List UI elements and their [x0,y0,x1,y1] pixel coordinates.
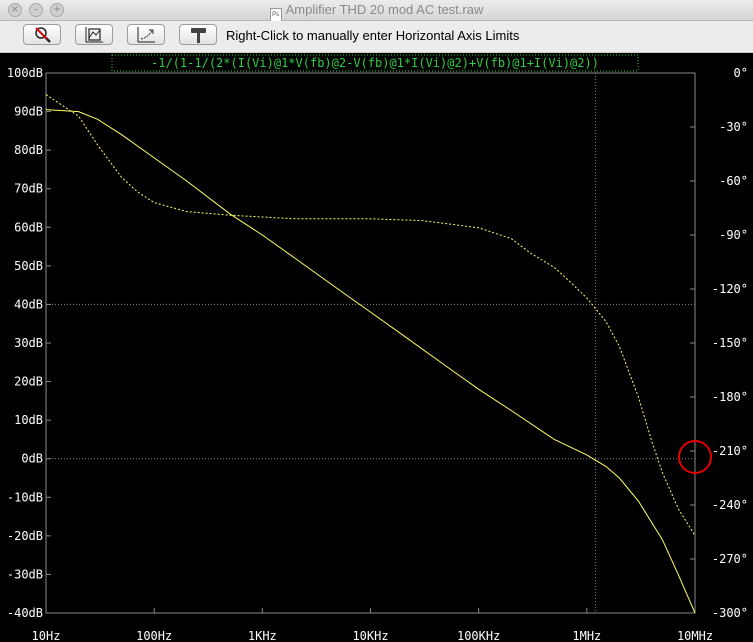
right-tick-label-4: -120° [712,282,748,296]
plot-background [0,53,753,642]
zoom-back-icon [137,27,155,43]
right-tick-label-10: -300° [712,606,748,620]
left-tick-label-11: -10dB [7,490,43,504]
right-tick-label-3: -90° [719,228,748,242]
left-tick-label-2: 80dB [14,143,43,157]
left-tick-label-6: 40dB [14,297,43,311]
left-tick-label-14: -40dB [7,606,43,620]
left-tick-label-12: -20dB [7,529,43,543]
hammer-icon [191,28,206,43]
document-icon: Ps [269,8,282,22]
right-tick-label-6: -180° [712,390,748,404]
x-tick-label-2: 1KHz [248,629,277,642]
left-tick-label-1: 90dB [14,105,43,119]
left-tick-label-9: 10dB [14,413,43,427]
title-bar: × – + Ps Amplifier THD 20 mod AC test.raw [0,0,753,22]
magnifier-cross-icon [35,27,51,43]
bode-plot[interactable]: 100dB 90dB 80dB 70dB 60dB 50dB 40dB 30dB 20dB 10d… [0,53,753,642]
right-tick-label-1: -30° [719,120,748,134]
trace-expression[interactable]: -1/(1-1/(2*(I(Vi)@1*V(fb)@2-V(fb)@1*I(Vi… [151,56,599,70]
autorange-button[interactable] [75,24,113,45]
x-tick-label-4: 100KHz [457,629,500,642]
right-tick-label-5: -150° [712,336,748,350]
left-tick-label-3: 70dB [14,182,43,196]
right-tick-label-9: -270° [712,552,748,566]
x-tick-label-3: 10KHz [352,629,388,642]
right-tick-label-2: -60° [719,174,748,188]
window-title: Ps Amplifier THD 20 mod AC test.raw [0,2,753,22]
right-tick-label-0: 0° [734,66,748,80]
left-tick-label-0: 100dB [7,66,43,80]
left-tick-label-5: 50dB [14,259,43,273]
toolbar: Right-Click to manually enter Horizontal… [0,21,753,53]
window-title-text: Amplifier THD 20 mod AC test.raw [285,2,484,17]
left-tick-label-13: -30dB [7,567,43,581]
pick-trace-button[interactable] [179,24,217,45]
left-tick-label-4: 60dB [14,220,43,234]
left-tick-label-8: 20dB [14,375,43,389]
x-tick-label-1: 100Hz [136,629,172,642]
left-tick-label-7: 30dB [14,336,43,350]
x-tick-label-0: 10Hz [32,629,61,642]
left-tick-label-10: 0dB [21,452,43,466]
x-tick-label-5: 1MHz [572,629,601,642]
zoom-back-button[interactable] [127,24,165,45]
axis-hint-text: Right-Click to manually enter Horizontal… [226,28,520,43]
x-tick-label-6: 10MHz [677,629,713,642]
right-tick-label-7: -210° [712,444,748,458]
right-tick-label-8: -240° [712,498,748,512]
autorange-icon [85,27,103,43]
zoom-cancel-button[interactable] [23,24,61,45]
